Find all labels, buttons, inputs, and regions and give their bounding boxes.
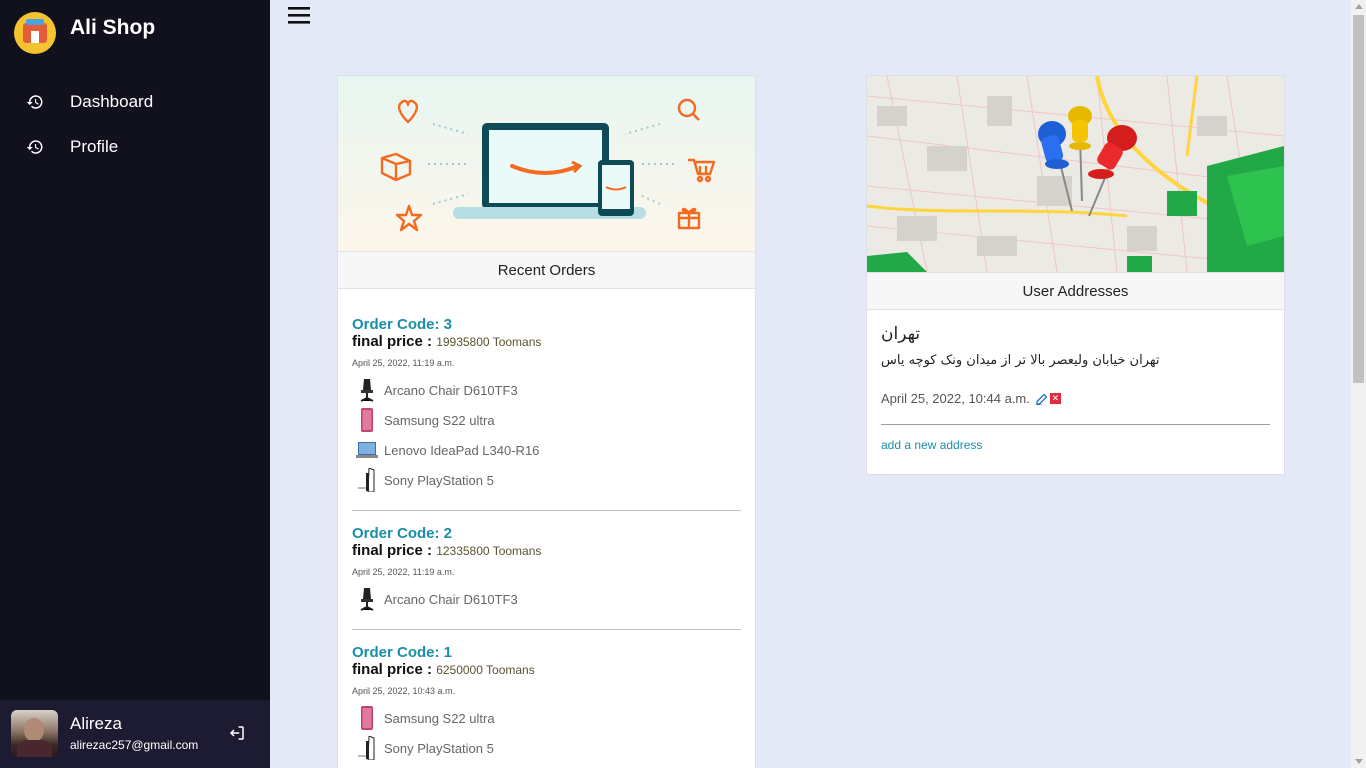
order-item-name: Samsung S22 ultra (384, 710, 495, 726)
history-icon (26, 140, 43, 154)
phone-thumbnail (361, 706, 373, 730)
phone-thumbnail (361, 408, 373, 432)
order-item[interactable]: Sony PlayStation 5 (356, 735, 494, 761)
sidebar-item-profile[interactable]: Profile (0, 127, 270, 167)
user-email: alirezac257@gmail.com (70, 738, 199, 752)
add-address-link[interactable]: add a new address (881, 438, 982, 452)
order-code-link[interactable]: Order Code: 1 (352, 644, 452, 661)
order-code-link[interactable]: Order Code: 3 (352, 316, 452, 333)
address-date: April 25, 2022, 10:44 a.m. (881, 391, 1030, 406)
sidebar-item-label: Dashboard (70, 92, 154, 111)
shop-logo[interactable] (14, 12, 56, 54)
sidebar: Ali Shop Dashboard Profile Alireza alire… (0, 0, 270, 768)
address-text: تهران خیابان ولیعصر بالا تر از میدان ونک… (881, 353, 1160, 368)
sidebar-item-dashboard[interactable]: Dashboard (0, 82, 270, 122)
chair-thumbnail (360, 379, 374, 402)
order-item-name: Arcano Chair D610TF3 (384, 591, 518, 607)
address-date-row: April 25, 2022, 10:44 a.m. ✕ (881, 391, 1061, 406)
order-code-link[interactable]: Order Code: 2 (352, 525, 452, 542)
recent-orders-header: Recent Orders (338, 251, 755, 289)
address-title: تهران (881, 324, 921, 344)
order-item[interactable]: Sony PlayStation 5 (356, 467, 494, 493)
order-item[interactable]: Samsung S22 ultra (356, 407, 495, 433)
order-date: April 25, 2022, 11:19 a.m. (352, 358, 455, 368)
order-item[interactable]: Arcano Chair D610TF3 (356, 586, 518, 612)
scroll-up-arrow-icon[interactable] (1355, 4, 1363, 9)
order-item-name: Lenovo IdeaPad L340-R16 (384, 442, 540, 458)
logout-icon[interactable] (228, 724, 246, 742)
order-item-name: Sony PlayStation 5 (384, 740, 494, 756)
chair-thumbnail (360, 588, 374, 611)
order-item-name: Arcano Chair D610TF3 (384, 382, 518, 398)
store-icon (23, 19, 47, 43)
final-price-label: final price : (352, 333, 437, 350)
final-price-value: 19935800 Toomans (436, 335, 542, 349)
user-name: Alireza (70, 714, 122, 733)
final-price: final price : 6250000 Toomans (352, 661, 535, 678)
console-thumbnail (358, 468, 375, 492)
order-divider (352, 510, 741, 511)
final-price-label: final price : (352, 542, 437, 559)
user-addresses-card: User Addresses تهران تهران خیابان ولیعصر… (866, 75, 1285, 475)
user-profile-bar: Alireza alirezac257@gmail.com (0, 700, 270, 768)
menu-toggle-icon[interactable] (288, 5, 310, 25)
final-price: final price : 19935800 Toomans (352, 333, 541, 350)
delete-icon[interactable]: ✕ (1049, 393, 1061, 404)
scroll-thumb[interactable] (1353, 15, 1364, 383)
order-item-name: Samsung S22 ultra (384, 412, 495, 428)
final-price-value: 12335800 Toomans (436, 544, 542, 558)
console-thumbnail (358, 736, 375, 760)
address-divider (881, 424, 1270, 425)
final-price: final price : 12335800 Toomans (352, 542, 541, 559)
order-item-name: Sony PlayStation 5 (384, 472, 494, 488)
order-divider (352, 629, 741, 630)
history-icon (26, 95, 43, 109)
final-price-label: final price : (352, 661, 437, 678)
order-item[interactable]: Lenovo IdeaPad L340-R16 (356, 437, 539, 463)
avatar[interactable] (11, 710, 58, 757)
order-item[interactable]: Arcano Chair D610TF3 (356, 377, 518, 403)
edit-icon[interactable] (1035, 393, 1048, 405)
page-scrollbar[interactable] (1351, 0, 1366, 768)
order-item[interactable]: Samsung S22 ultra (356, 705, 495, 731)
map-pins-image (867, 76, 1284, 272)
shopping-banner-image (338, 76, 755, 251)
order-date: April 25, 2022, 10:43 a.m. (352, 686, 456, 696)
final-price-value: 6250000 Toomans (436, 663, 535, 677)
order-date: April 25, 2022, 11:19 a.m. (352, 567, 455, 577)
scroll-down-arrow-icon[interactable] (1355, 759, 1363, 764)
shop-name: Ali Shop (70, 16, 156, 39)
sidebar-item-label: Profile (70, 137, 119, 156)
recent-orders-card: Recent Orders Order Code: 3 final price … (337, 75, 756, 768)
user-addresses-header: User Addresses (867, 272, 1284, 310)
laptop-thumbnail (356, 442, 378, 458)
